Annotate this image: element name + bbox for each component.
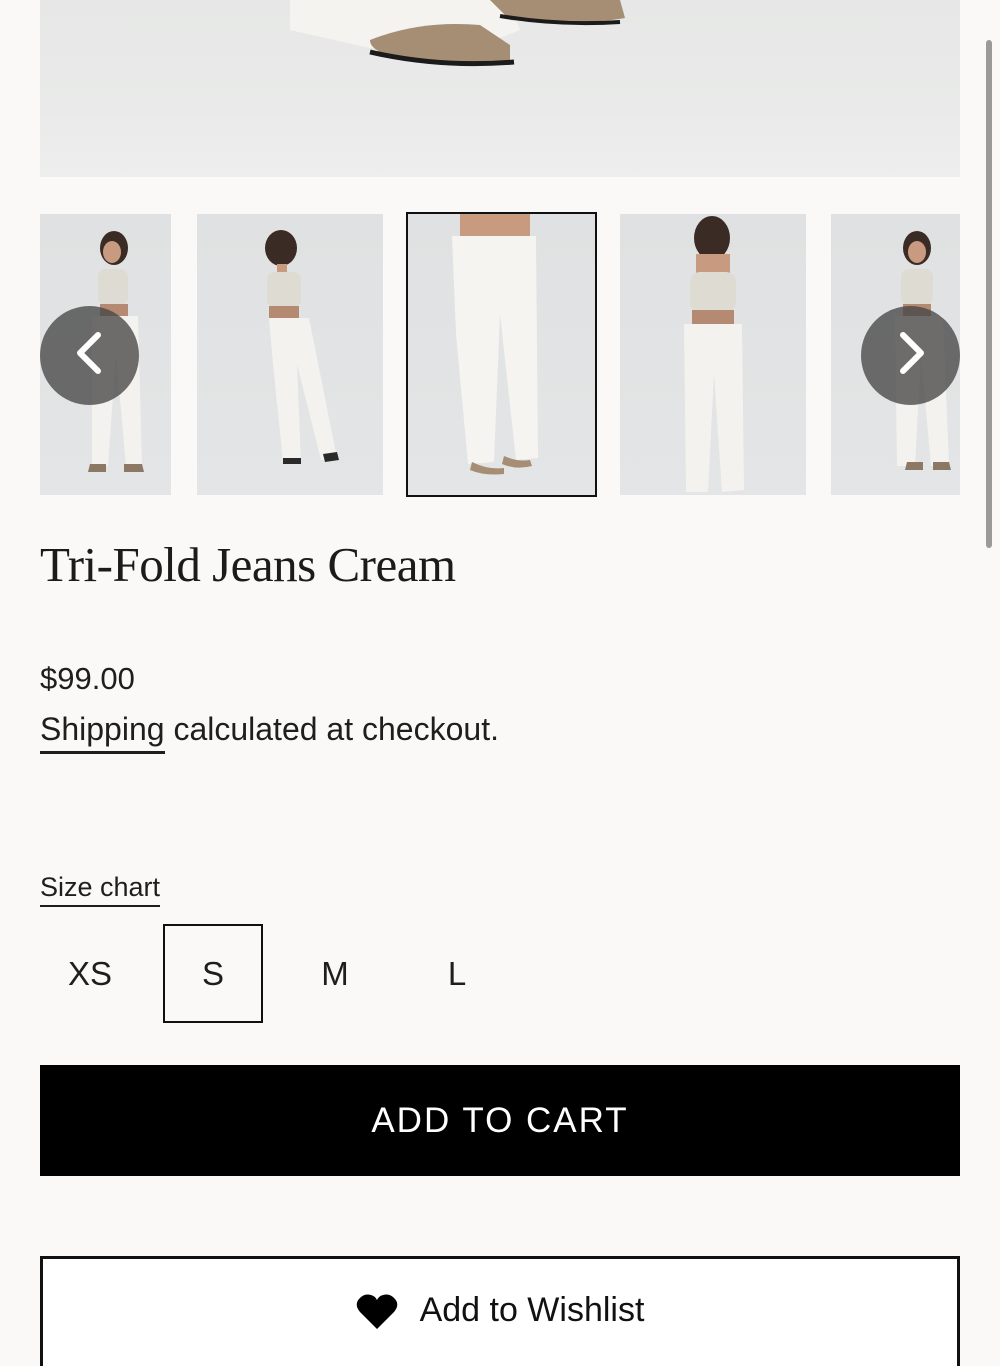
shipping-text: calculated at checkout. <box>164 711 499 747</box>
add-to-cart-button[interactable]: ADD TO CART <box>40 1065 960 1176</box>
chevron-left-icon <box>70 331 110 380</box>
product-price: $99.00 <box>40 661 135 696</box>
chevron-right-icon <box>891 331 931 380</box>
shipping-note: Shipping calculated at checkout. <box>40 711 499 754</box>
thumbnail-2[interactable] <box>197 214 383 495</box>
main-product-image <box>40 0 960 177</box>
thumbnail-4[interactable] <box>620 214 806 495</box>
product-title: Tri-Fold Jeans Cream <box>40 537 456 592</box>
heart-icon <box>356 1293 398 1336</box>
carousel-next-button[interactable] <box>861 306 960 405</box>
size-option-m[interactable]: M <box>285 924 385 1023</box>
thumbnail-3[interactable] <box>406 212 597 497</box>
add-to-wishlist-button[interactable]: Add to Wishlist <box>40 1256 960 1366</box>
size-option-xs[interactable]: XS <box>40 924 140 1023</box>
size-option-l[interactable]: L <box>407 924 507 1023</box>
shipping-link[interactable]: Shipping <box>40 711 165 754</box>
page-scrollbar[interactable] <box>986 40 992 548</box>
carousel-prev-button[interactable] <box>40 306 139 405</box>
size-chart-link[interactable]: Size chart <box>40 872 161 907</box>
size-option-s[interactable]: S <box>163 924 263 1023</box>
wishlist-label: Add to Wishlist <box>419 1291 645 1329</box>
